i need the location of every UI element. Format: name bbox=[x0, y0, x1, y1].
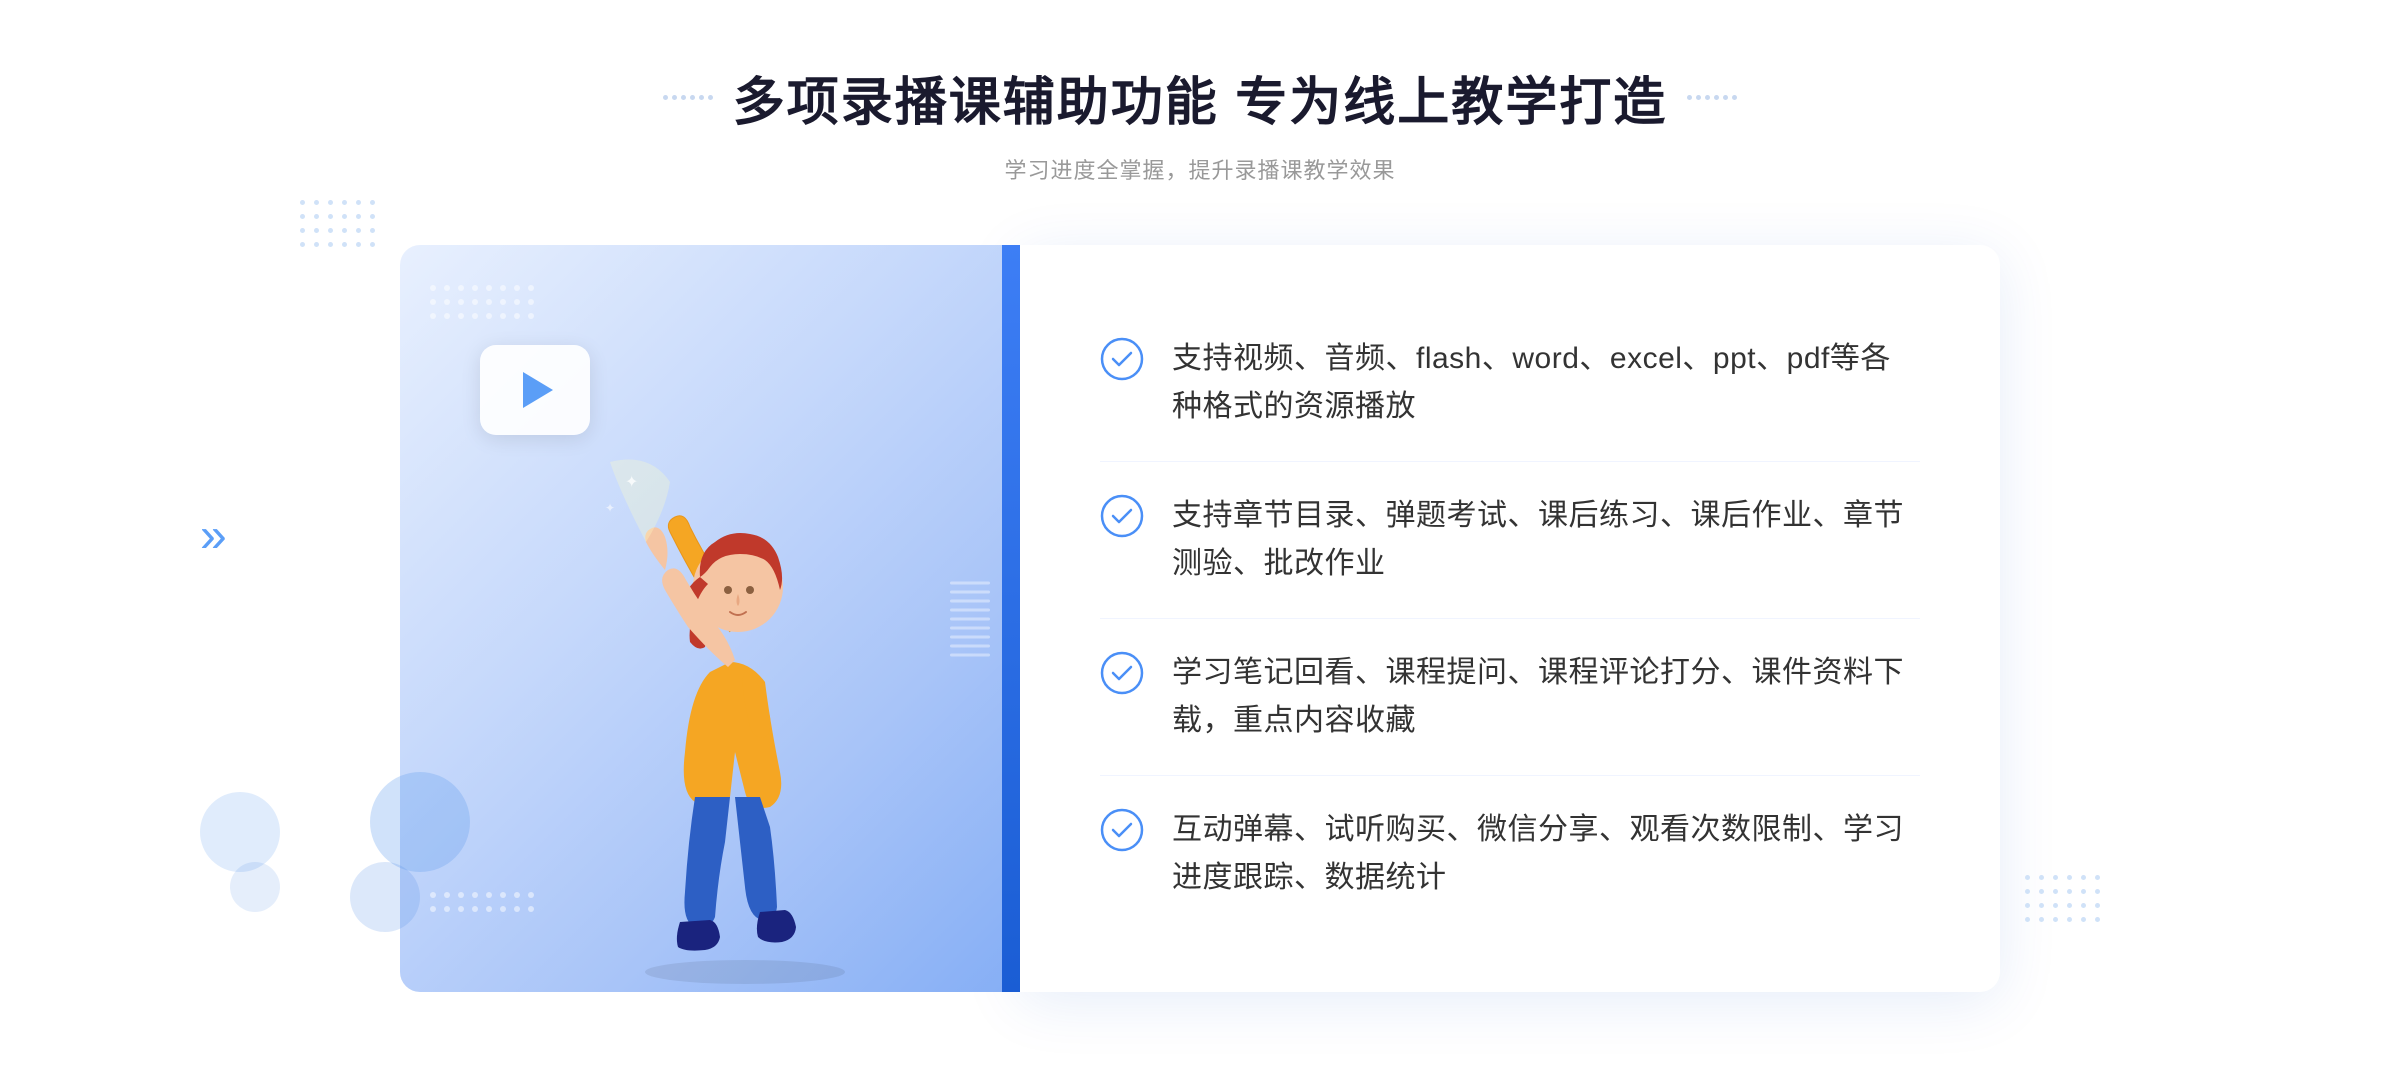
play-icon bbox=[523, 372, 553, 408]
check-icon-1 bbox=[1100, 337, 1144, 381]
header-section: 多项录播课辅助功能 专为线上教学打造 学习进度全掌握，提升录播课教学效果 bbox=[663, 60, 1737, 185]
feature-item-2: 支持章节目录、弹题考试、课后练习、课后作业、章节测验、批改作业 bbox=[1100, 462, 1920, 619]
subtitle-text: 学习进度全掌握，提升录播课教学效果 bbox=[663, 153, 1737, 185]
main-title: 多项录播课辅助功能 专为线上教学打造 bbox=[663, 60, 1737, 135]
illus-stripes bbox=[950, 581, 990, 656]
feature-text-4: 互动弹幕、试听购买、微信分享、观看次数限制、学习进度跟踪、数据统计 bbox=[1172, 806, 1920, 902]
blue-accent-strip bbox=[1002, 245, 1020, 992]
feature-item-1: 支持视频、音频、flash、word、excel、ppt、pdf等各种格式的资源… bbox=[1100, 305, 1920, 462]
title-decorator-left bbox=[663, 95, 713, 100]
check-icon-4 bbox=[1100, 808, 1144, 852]
page-wrapper: » 多项录播课辅助功能 专为线上教学打造 学习进度全掌握，提升录播课教学效果 bbox=[0, 0, 2400, 1072]
left-nav-arrow[interactable]: » bbox=[200, 509, 227, 564]
illus-dots-top bbox=[430, 285, 1020, 319]
outer-dots-right bbox=[2025, 875, 2100, 922]
feature-text-3: 学习笔记回看、课程提问、课程评论打分、课件资料下载，重点内容收藏 bbox=[1172, 649, 1920, 745]
circle-decoration-1 bbox=[370, 772, 470, 872]
features-panel: 支持视频、音频、flash、word、excel、ppt、pdf等各种格式的资源… bbox=[1020, 245, 2000, 992]
check-icon-2 bbox=[1100, 494, 1144, 538]
title-text: 多项录播课辅助功能 专为线上教学打造 bbox=[733, 60, 1667, 135]
outer-circle-decoration-2 bbox=[230, 862, 280, 912]
circle-decoration-2 bbox=[350, 862, 420, 932]
chevron-left-icon: » bbox=[200, 510, 227, 563]
outer-dots-left bbox=[300, 200, 375, 247]
content-area: ✦ ✦ 支持视频、音频、flash、word、excel、ppt、pdf等各种格… bbox=[400, 245, 2000, 992]
illustration-panel: ✦ ✦ bbox=[400, 245, 1020, 992]
svg-text:✦: ✦ bbox=[625, 474, 638, 491]
feature-item-4: 互动弹幕、试听购买、微信分享、观看次数限制、学习进度跟踪、数据统计 bbox=[1100, 776, 1920, 932]
outer-circle-decoration-1 bbox=[200, 792, 280, 872]
title-decorator-right bbox=[1687, 95, 1737, 100]
svg-text:✦: ✦ bbox=[605, 501, 615, 515]
check-icon-3 bbox=[1100, 651, 1144, 695]
feature-text-1: 支持视频、音频、flash、word、excel、ppt、pdf等各种格式的资源… bbox=[1172, 335, 1920, 431]
person-illustration: ✦ ✦ bbox=[570, 412, 920, 992]
feature-text-2: 支持章节目录、弹题考试、课后练习、课后作业、章节测验、批改作业 bbox=[1172, 492, 1920, 588]
feature-item-3: 学习笔记回看、课程提问、课程评论打分、课件资料下载，重点内容收藏 bbox=[1100, 619, 1920, 776]
